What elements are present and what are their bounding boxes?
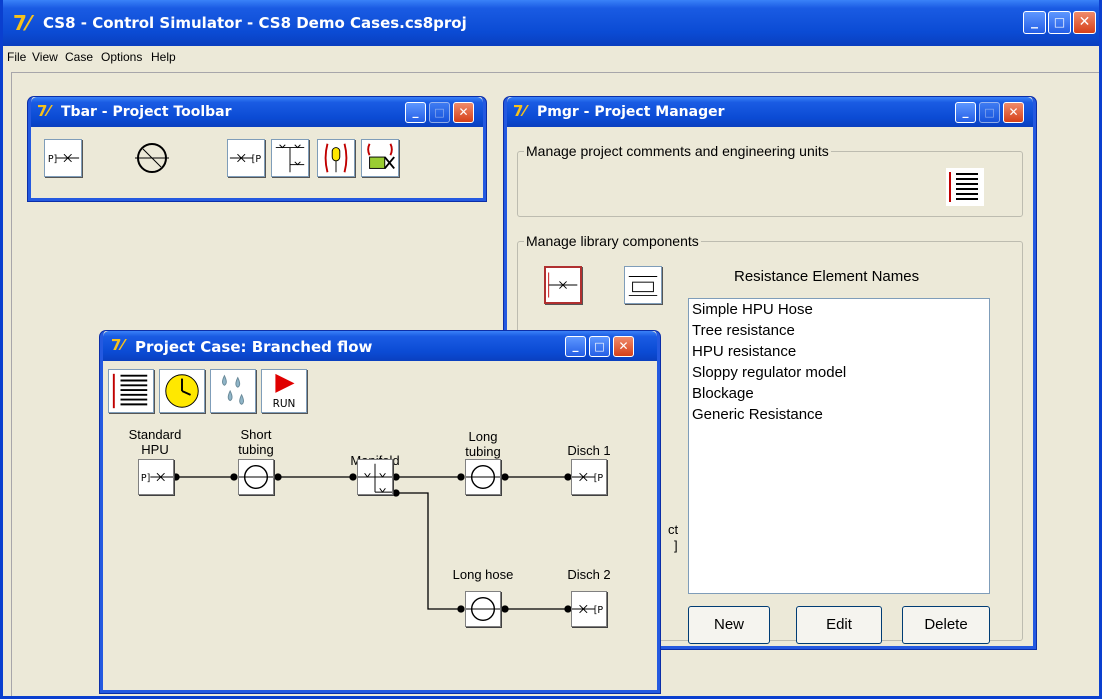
main-title: CS8 - Control Simulator - CS8 Demo Cases… — [43, 14, 467, 32]
close-icon[interactable]: ✕ — [453, 102, 474, 123]
menu-bar: File View Case Options Help — [3, 46, 1099, 68]
menu-case[interactable]: Case — [65, 50, 93, 64]
svg-text:[P: [P — [594, 473, 604, 484]
mdi-client-area: 7⁄ Tbar - Project Toolbar _ □ ✕ P] [P 7⁄… — [11, 72, 1099, 696]
edit-button[interactable]: Edit — [796, 606, 882, 644]
standard-hpu-component[interactable]: P] — [138, 459, 174, 495]
minimize-icon[interactable]: _ — [955, 102, 976, 123]
valve-icon[interactable] — [317, 139, 355, 177]
minimize-icon[interactable]: _ — [405, 102, 426, 123]
list-item[interactable]: Blockage — [689, 383, 989, 404]
menu-view[interactable]: View — [32, 50, 58, 64]
comments-group-label: Manage project comments and engineering … — [524, 143, 831, 159]
component-label: Disch 2 — [567, 567, 611, 582]
menu-options[interactable]: Options — [101, 50, 142, 64]
toolbar-titlebar[interactable]: 7⁄ Tbar - Project Toolbar _ □ ✕ — [31, 97, 483, 127]
list-item[interactable]: Simple HPU Hose — [689, 299, 989, 320]
close-icon[interactable]: ✕ — [613, 336, 634, 357]
svg-text:[P: [P — [594, 605, 604, 616]
long-hose-component[interactable] — [465, 591, 501, 627]
case-comments-icon[interactable] — [108, 369, 154, 413]
new-button[interactable]: New — [688, 606, 770, 644]
app-logo-icon: 7⁄ — [13, 11, 31, 35]
minimize-icon[interactable]: _ — [1023, 11, 1046, 34]
discharge-pressure-icon[interactable]: [P — [227, 139, 265, 177]
maximize-icon: □ — [429, 102, 450, 123]
menu-help[interactable]: Help — [151, 50, 176, 64]
component-label: Standard HPU — [128, 427, 182, 457]
list-item[interactable]: Sloppy regulator model — [689, 362, 989, 383]
long-tubing-component[interactable] — [465, 459, 501, 495]
run-label: RUN — [273, 398, 296, 410]
case-logo-icon: 7⁄ — [111, 336, 124, 354]
project-manager-titlebar[interactable]: 7⁄ Pmgr - Project Manager _ □ ✕ — [507, 97, 1033, 127]
resistance-library-icon[interactable] — [544, 266, 582, 304]
list-title: Resistance Element Names — [734, 268, 920, 285]
project-case-titlebar[interactable]: 7⁄ Project Case: Branched flow _ □ ✕ — [103, 331, 657, 361]
maximize-icon[interactable]: □ — [589, 336, 610, 357]
drops-icon[interactable] — [210, 369, 256, 413]
clock-icon[interactable] — [159, 369, 205, 413]
comments-list-icon[interactable] — [946, 168, 984, 206]
comments-group: Manage project comments and engineering … — [517, 143, 1023, 217]
component-label: Long hose — [452, 567, 514, 582]
project-case-title: Project Case: Branched flow — [135, 338, 373, 356]
disch-1-component[interactable]: [P — [571, 459, 607, 495]
pmgr-logo-icon: 7⁄ — [513, 102, 526, 120]
actuator-icon[interactable] — [361, 139, 399, 177]
tree-library-icon[interactable] — [624, 266, 662, 304]
svg-text:P]: P] — [48, 154, 57, 165]
maximize-icon: □ — [979, 102, 1000, 123]
resistance-circle-icon[interactable] — [133, 139, 171, 177]
partial-text: ct — [668, 522, 679, 537]
close-icon[interactable]: ✕ — [1073, 11, 1096, 34]
list-item[interactable]: Tree resistance — [689, 320, 989, 341]
list-item[interactable]: HPU resistance — [689, 341, 989, 362]
main-window: 7⁄ CS8 - Control Simulator - CS8 Demo Ca… — [0, 0, 1102, 699]
menu-file[interactable]: File — [7, 50, 26, 64]
toolbar-window: 7⁄ Tbar - Project Toolbar _ □ ✕ P] [P — [28, 97, 486, 201]
svg-text:[P: [P — [252, 154, 262, 165]
partial-text: ] — [674, 538, 678, 553]
delete-button[interactable]: Delete — [902, 606, 990, 644]
maximize-icon[interactable]: □ — [1048, 11, 1071, 34]
run-button[interactable]: RUN — [261, 369, 307, 413]
list-item[interactable]: Generic Resistance — [689, 404, 989, 425]
svg-text:P]: P] — [141, 473, 150, 484]
source-pressure-icon[interactable]: P] — [44, 139, 82, 177]
main-titlebar[interactable]: 7⁄ CS8 - Control Simulator - CS8 Demo Ca… — [3, 0, 1099, 46]
library-group-label: Manage library components — [524, 233, 701, 249]
manifold-icon[interactable] — [271, 139, 309, 177]
component-label: Disch 1 — [567, 443, 611, 458]
disch-2-component[interactable]: [P — [571, 591, 607, 627]
close-icon[interactable]: ✕ — [1003, 102, 1024, 123]
tbar-logo-icon: 7⁄ — [37, 102, 50, 120]
toolbar-title: Tbar - Project Toolbar — [61, 104, 232, 120]
project-manager-title: Pmgr - Project Manager — [537, 104, 725, 120]
short-tubing-component[interactable] — [238, 459, 274, 495]
resistance-list[interactable]: Simple HPU Hose Tree resistance HPU resi… — [688, 298, 990, 594]
manifold-component[interactable] — [357, 459, 393, 495]
project-case-window: 7⁄ Project Case: Branched flow _ □ ✕ RUN — [100, 331, 660, 693]
component-label: Long tubing — [465, 429, 501, 459]
component-label: Short tubing — [238, 427, 274, 457]
minimize-icon[interactable]: _ — [565, 336, 586, 357]
